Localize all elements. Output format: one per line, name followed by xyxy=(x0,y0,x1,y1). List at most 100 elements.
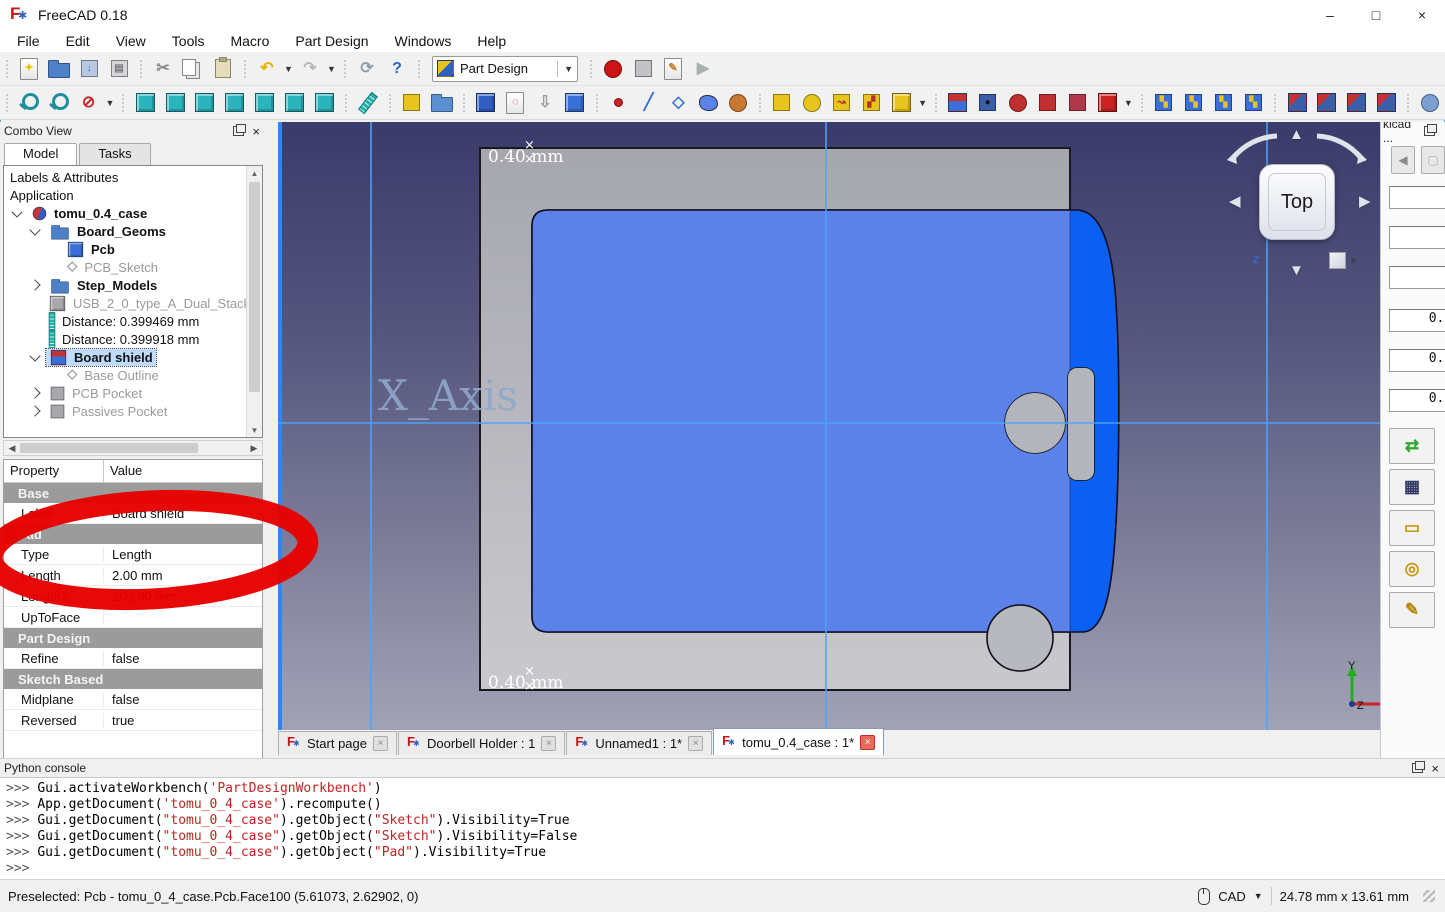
subtractive-pipe-button[interactable] xyxy=(1032,89,1062,117)
kicad-field-2[interactable]: 90 xyxy=(1389,226,1445,249)
fit-all-button[interactable] xyxy=(14,89,44,117)
chevron-right-icon[interactable] xyxy=(29,405,40,416)
tree-item-distance-0-399918-mm[interactable]: Distance: 0.399918 mm xyxy=(4,330,262,348)
menu-edit[interactable]: Edit xyxy=(53,31,103,51)
menu-file[interactable]: File xyxy=(4,31,53,51)
close-icon[interactable]: × xyxy=(688,736,703,751)
navigation-cube[interactable]: ▲ ▼ ◀ ▶ Top z ▼ xyxy=(1207,124,1380,292)
kicad-field-6[interactable]: 0.10 xyxy=(1389,389,1445,412)
resize-grip[interactable] xyxy=(1423,890,1435,902)
property-value[interactable]: 100.00 mm xyxy=(104,589,262,604)
dock-float-icon[interactable] xyxy=(1412,763,1423,773)
pad-button[interactable] xyxy=(767,89,797,117)
navcube-top-face[interactable]: Top xyxy=(1259,164,1335,240)
map-sketch-button[interactable] xyxy=(560,89,590,117)
toolbar-grip[interactable] xyxy=(388,92,393,114)
tree-item-pcb-sketch[interactable]: ◇PCB_Sketch xyxy=(4,258,262,276)
minimize-button[interactable]: – xyxy=(1307,0,1353,30)
property-value[interactable]: Board shield xyxy=(104,506,262,521)
dock-close-icon[interactable]: × xyxy=(1431,761,1439,776)
shape-binder-button[interactable] xyxy=(723,89,753,117)
property-row-midplane[interactable]: Midplanefalse xyxy=(4,689,262,710)
kicad-load-footprint-button[interactable]: ⇄ xyxy=(1389,428,1435,464)
navcube-arrow-left-icon[interactable]: ◀ xyxy=(1229,192,1241,210)
view-top-button[interactable] xyxy=(190,89,220,117)
datum-line-button[interactable]: ╱ xyxy=(634,89,664,117)
navcube-arrow-down-icon[interactable]: ▼ xyxy=(1289,262,1304,279)
property-value[interactable]: Length xyxy=(104,547,262,562)
property-value[interactable]: true xyxy=(104,713,262,728)
toolbar-grip[interactable] xyxy=(5,92,10,114)
macro-play-button[interactable]: ▶ xyxy=(688,55,718,83)
toolbar-grip[interactable] xyxy=(1406,92,1411,114)
macro-stop-button[interactable] xyxy=(628,55,658,83)
groove-button[interactable] xyxy=(1003,89,1033,117)
tree-item-usb-2-0-type-a-dual-stacked-jac[interactable]: USB_2_0_type_A_Dual_Stacked_jac xyxy=(4,294,262,312)
close-icon[interactable]: × xyxy=(373,736,388,751)
python-console-output[interactable]: >>> Gui.activateWorkbench('PartDesignWor… xyxy=(0,777,1445,879)
kicad-field-1[interactable]: 90 xyxy=(1389,186,1445,209)
close-button[interactable]: × xyxy=(1399,0,1445,30)
view-left-button[interactable] xyxy=(309,89,339,117)
toolbar-grip[interactable] xyxy=(934,92,939,114)
fit-selection-button[interactable] xyxy=(44,89,74,117)
property-row-uptoface[interactable]: UpToFace xyxy=(4,607,262,628)
draw-style-button[interactable]: ⊘ xyxy=(74,89,104,117)
chevron-down-icon[interactable] xyxy=(29,350,40,361)
draw-style-dropdown[interactable]: ▼ xyxy=(103,89,116,117)
navcube-arrow-right-icon[interactable]: ▶ xyxy=(1359,192,1371,210)
open-document-button[interactable] xyxy=(44,55,74,83)
view-rear-button[interactable] xyxy=(250,89,280,117)
create-sketch-button[interactable]: ◌ xyxy=(500,89,530,117)
pocket-button[interactable] xyxy=(943,89,973,117)
property-row-length[interactable]: Length2.00 mm xyxy=(4,565,262,586)
dock-float-icon[interactable] xyxy=(233,126,244,136)
additive-loft-button[interactable]: ▞ xyxy=(856,89,886,117)
macro-record-button[interactable] xyxy=(598,55,628,83)
toolbar-grip[interactable] xyxy=(589,58,594,80)
menu-part-design[interactable]: Part Design xyxy=(282,31,381,51)
tree-item-distance-0-399469-mm[interactable]: Distance: 0.399469 mm xyxy=(4,312,262,330)
menu-view[interactable]: View xyxy=(103,31,159,51)
fillet-button[interactable] xyxy=(1282,89,1312,117)
save-document-button[interactable]: ↓ xyxy=(74,55,104,83)
kicad-next-button[interactable]: ▢ xyxy=(1421,146,1445,174)
view-bottom-button[interactable] xyxy=(279,89,309,117)
tab-model[interactable]: Model xyxy=(4,143,77,165)
toolbar-grip[interactable] xyxy=(5,58,10,80)
property-value[interactable]: 2.00 mm xyxy=(104,568,262,583)
doc-tab-unnamed1-1[interactable]: F✱Unnamed1 : 1*× xyxy=(566,731,712,755)
view-front-button[interactable] xyxy=(160,89,190,117)
kicad-library-button[interactable]: ◎ xyxy=(1389,551,1435,587)
chevron-down-icon[interactable] xyxy=(11,206,22,217)
menu-macro[interactable]: Macro xyxy=(217,31,282,51)
property-value[interactable]: false xyxy=(104,651,262,666)
toolbar-grip[interactable] xyxy=(417,58,422,80)
view-axonometric-button[interactable] xyxy=(130,89,160,117)
paste-button[interactable] xyxy=(208,55,238,83)
subtractive-dropdown[interactable]: ▼ xyxy=(1122,89,1135,117)
refresh-button[interactable]: ⟳ xyxy=(352,55,382,83)
3d-viewport[interactable]: X_Axis × × 0.40 mm × × 0.40 mm ▲ ▼ ◀ ▶ T… xyxy=(278,122,1380,730)
view-right-button[interactable] xyxy=(220,89,250,117)
property-row-length2[interactable]: Length2100.00 mm xyxy=(4,586,262,607)
tree-item-pcb-pocket[interactable]: PCB Pocket xyxy=(4,384,262,402)
chevron-right-icon[interactable] xyxy=(29,387,40,398)
measure-distance-button[interactable] xyxy=(353,89,383,117)
chevron-down-icon[interactable] xyxy=(29,224,40,235)
kicad-export-board-button[interactable]: ▭ xyxy=(1389,510,1435,546)
toolbar-grip[interactable] xyxy=(595,92,600,114)
menu-windows[interactable]: Windows xyxy=(382,31,465,51)
chamfer-button[interactable] xyxy=(1312,89,1342,117)
toolbar-grip[interactable] xyxy=(462,92,467,114)
tree-item-board-geoms[interactable]: Board_Geoms xyxy=(4,222,262,240)
kicad-field-5[interactable]: 0.10 xyxy=(1389,349,1445,372)
tree-horizontal-scrollbar[interactable]: ◀ ▶ xyxy=(3,440,263,456)
copy-button[interactable] xyxy=(178,55,208,83)
boolean-operation-button[interactable] xyxy=(1415,89,1445,117)
redo-button[interactable]: ↷ xyxy=(295,55,325,83)
close-icon[interactable]: × xyxy=(541,736,556,751)
doc-tab-tomu-0-4-case-1[interactable]: F✱tomu_0.4_case : 1*× xyxy=(713,728,884,755)
create-group-button[interactable] xyxy=(427,89,457,117)
navcube-menu-button[interactable]: ▼ xyxy=(1329,252,1358,269)
